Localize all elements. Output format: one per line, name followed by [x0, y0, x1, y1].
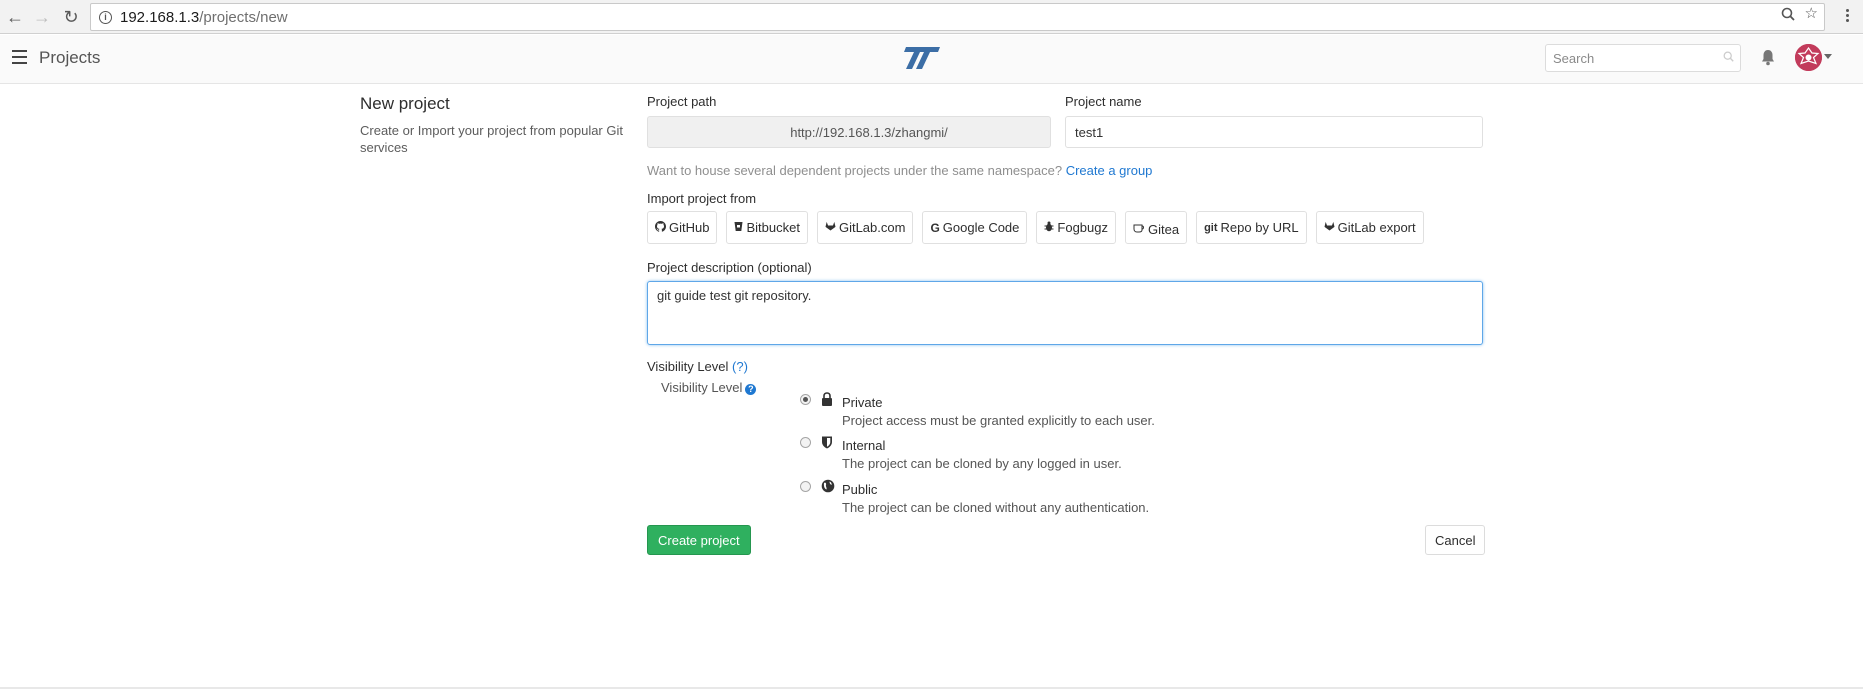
- visibility-internal-radio[interactable]: [800, 437, 811, 448]
- import-repo-by-url-button[interactable]: git Repo by URL: [1196, 211, 1307, 244]
- namespace-hint-text: Want to house several dependent projects…: [647, 163, 1063, 178]
- visibility-private-title: Private: [842, 395, 883, 410]
- import-google-code-button[interactable]: G Google Code: [922, 211, 1028, 244]
- back-arrow-icon[interactable]: ←: [4, 6, 26, 28]
- page-description: Create or Import your project from popul…: [360, 123, 623, 155]
- notification-bell-icon[interactable]: [1760, 49, 1776, 69]
- page-title: New project: [360, 94, 450, 113]
- address-bar[interactable]: i 192.168.1.3/projects/new ☆: [90, 3, 1825, 31]
- visibility-private-radio[interactable]: [800, 394, 811, 405]
- import-github-button[interactable]: GitHub: [647, 211, 718, 244]
- import-sources: GitHub Bitbucket GitLab.com G Google Cod…: [647, 211, 1424, 244]
- shield-icon: [821, 435, 833, 452]
- visibility-internal-title: Internal: [842, 438, 886, 453]
- import-google-code-label: Google Code: [942, 220, 1020, 235]
- visibility-level-label-text: Visibility Level: [647, 359, 729, 374]
- visibility-level-label: Visibility Level (?): [647, 359, 748, 374]
- url-path: /projects/new: [199, 8, 288, 26]
- cancel-button[interactable]: Cancel: [1425, 525, 1486, 555]
- gitlab-icon: [1324, 221, 1335, 234]
- visibility-help-link[interactable]: (?): [732, 359, 748, 374]
- app-header: Projects: [0, 35, 1863, 84]
- bitbucket-icon: [734, 221, 743, 235]
- project-description-label: Project description (optional): [647, 260, 812, 275]
- browser-toolbar: ← → ↻ i 192.168.1.3/projects/new ☆: [0, 0, 1863, 34]
- github-icon: [655, 220, 666, 235]
- import-bitbucket-label: Bitbucket: [746, 220, 800, 235]
- globe-icon: [821, 479, 835, 496]
- page-intro: New project Create or Import your projec…: [360, 94, 630, 156]
- project-name-label: Project name: [1065, 94, 1142, 109]
- zoom-icon[interactable]: [1781, 7, 1795, 25]
- import-project-label: Import project from: [647, 191, 757, 206]
- visibility-private-description: Project access must be granted explicitl…: [842, 413, 1155, 428]
- gitlab-icon: [825, 221, 836, 234]
- header-title[interactable]: Projects: [39, 48, 100, 68]
- git-icon: git: [1204, 221, 1218, 234]
- import-bitbucket-button[interactable]: Bitbucket: [726, 211, 808, 244]
- visibility-public-title: Public: [842, 482, 878, 497]
- search-box[interactable]: [1545, 44, 1741, 72]
- search-input[interactable]: [1553, 50, 1713, 66]
- import-gitlab-export-button[interactable]: GitLab export: [1315, 211, 1424, 244]
- logo[interactable]: [902, 44, 944, 75]
- create-project-button[interactable]: Create project: [647, 525, 751, 555]
- question-circle-icon[interactable]: ?: [745, 384, 757, 395]
- bookmark-star-icon[interactable]: ☆: [1805, 6, 1818, 25]
- gitea-icon: [1133, 223, 1145, 236]
- url-host: 192.168.1.3: [120, 8, 200, 26]
- avatar[interactable]: [1795, 44, 1822, 71]
- forward-arrow-icon[interactable]: →: [31, 6, 53, 28]
- project-description-textarea[interactable]: git guide test git repository.: [647, 281, 1483, 345]
- hamburger-menu-icon[interactable]: [12, 50, 27, 64]
- import-fogbugz-button[interactable]: Fogbugz: [1036, 211, 1116, 244]
- search-icon: [1723, 51, 1734, 65]
- lock-icon: [821, 392, 833, 409]
- import-gitea-button[interactable]: Gitea: [1125, 211, 1188, 244]
- visibility-internal-description: The project can be cloned by any logged …: [842, 456, 1122, 471]
- import-repo-by-url-label: Repo by URL: [1220, 220, 1299, 235]
- import-gitlab-com-button[interactable]: GitLab.com: [816, 211, 914, 244]
- visibility-sublabel: Visibility Level?: [661, 380, 757, 395]
- project-path-label: Project path: [647, 94, 717, 109]
- project-name-input[interactable]: [1065, 116, 1483, 148]
- google-icon: G: [930, 220, 940, 235]
- avatar-dropdown-caret-icon[interactable]: [1824, 54, 1832, 59]
- import-fogbugz-label: Fogbugz: [1057, 220, 1108, 235]
- info-icon[interactable]: i: [99, 10, 112, 24]
- reload-icon[interactable]: ↻: [60, 6, 82, 28]
- import-gitea-label: Gitea: [1148, 221, 1180, 237]
- bug-icon: [1044, 221, 1054, 235]
- import-gitlab-export-label: GitLab export: [1337, 220, 1416, 235]
- browser-menu-icon[interactable]: [1846, 9, 1850, 22]
- import-github-label: GitHub: [669, 220, 710, 235]
- namespace-hint: Want to house several dependent projects…: [647, 163, 1152, 178]
- visibility-public-description: The project can be cloned without any au…: [842, 500, 1150, 515]
- visibility-public-radio[interactable]: [800, 481, 811, 492]
- project-path-prefix: http://192.168.1.3/zhangmi/: [647, 116, 1051, 148]
- visibility-sublabel-text: Visibility Level: [661, 380, 743, 395]
- import-gitlab-com-label: GitLab.com: [838, 220, 906, 235]
- create-group-link[interactable]: Create a group: [1066, 163, 1153, 178]
